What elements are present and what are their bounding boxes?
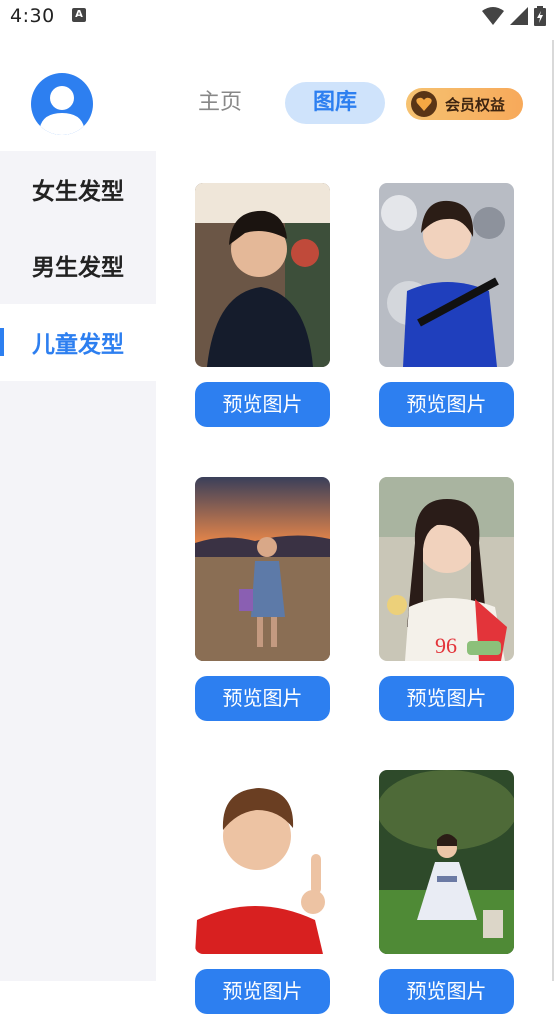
gallery-card: 预览图片: [379, 770, 514, 1014]
sidebar-item-kids[interactable]: 儿童发型: [0, 304, 156, 380]
gallery-card: 预览图片: [195, 770, 330, 1014]
vip-benefits-button[interactable]: 会员权益: [406, 88, 523, 120]
sidebar-item-label: 女生发型: [32, 179, 124, 205]
gallery-card: 预览图片: [195, 477, 330, 721]
hairstyle-photo[interactable]: [195, 477, 330, 661]
battery-icon: [534, 6, 546, 26]
signal-icon: [510, 7, 528, 25]
svg-text:96: 96: [435, 633, 457, 658]
preview-button[interactable]: 预览图片: [379, 969, 514, 1014]
gallery-card: 预览图片: [379, 183, 514, 427]
notification-icon: A: [72, 8, 86, 22]
sidebar-item-boys[interactable]: 男生发型: [0, 227, 156, 303]
sidebar-item-label: 男生发型: [32, 255, 124, 281]
hairstyle-photo[interactable]: 96: [379, 477, 514, 661]
preview-button[interactable]: 预览图片: [379, 676, 514, 721]
vip-label: 会员权益: [445, 95, 506, 114]
preview-button[interactable]: 预览图片: [379, 382, 514, 427]
active-indicator: [0, 328, 4, 356]
status-bar: 4:30 A: [0, 0, 556, 32]
preview-button[interactable]: 预览图片: [195, 969, 330, 1014]
hairstyle-photo[interactable]: [379, 770, 514, 954]
status-time: 4:30: [10, 5, 55, 27]
avatar[interactable]: [31, 73, 93, 135]
sidebar-item-girls[interactable]: 女生发型: [0, 151, 156, 227]
hairstyle-photo[interactable]: [195, 183, 330, 367]
tab-home[interactable]: 主页: [185, 84, 255, 122]
tab-gallery[interactable]: 图库: [285, 82, 385, 124]
vip-heart-icon: [411, 91, 437, 117]
sidebar-item-label: 儿童发型: [32, 332, 124, 358]
wifi-icon: [482, 7, 504, 25]
gallery-card: 预览图片: [195, 183, 330, 427]
preview-button[interactable]: 预览图片: [195, 676, 330, 721]
hairstyle-photo[interactable]: [379, 183, 514, 367]
scroll-edge: [552, 40, 554, 981]
hairstyle-photo[interactable]: [195, 770, 330, 954]
preview-button[interactable]: 预览图片: [195, 382, 330, 427]
gallery-card: 96 预览图片: [379, 477, 514, 721]
user-icon: [39, 86, 85, 135]
category-sidebar: 女生发型 男生发型 儿童发型: [0, 151, 156, 981]
